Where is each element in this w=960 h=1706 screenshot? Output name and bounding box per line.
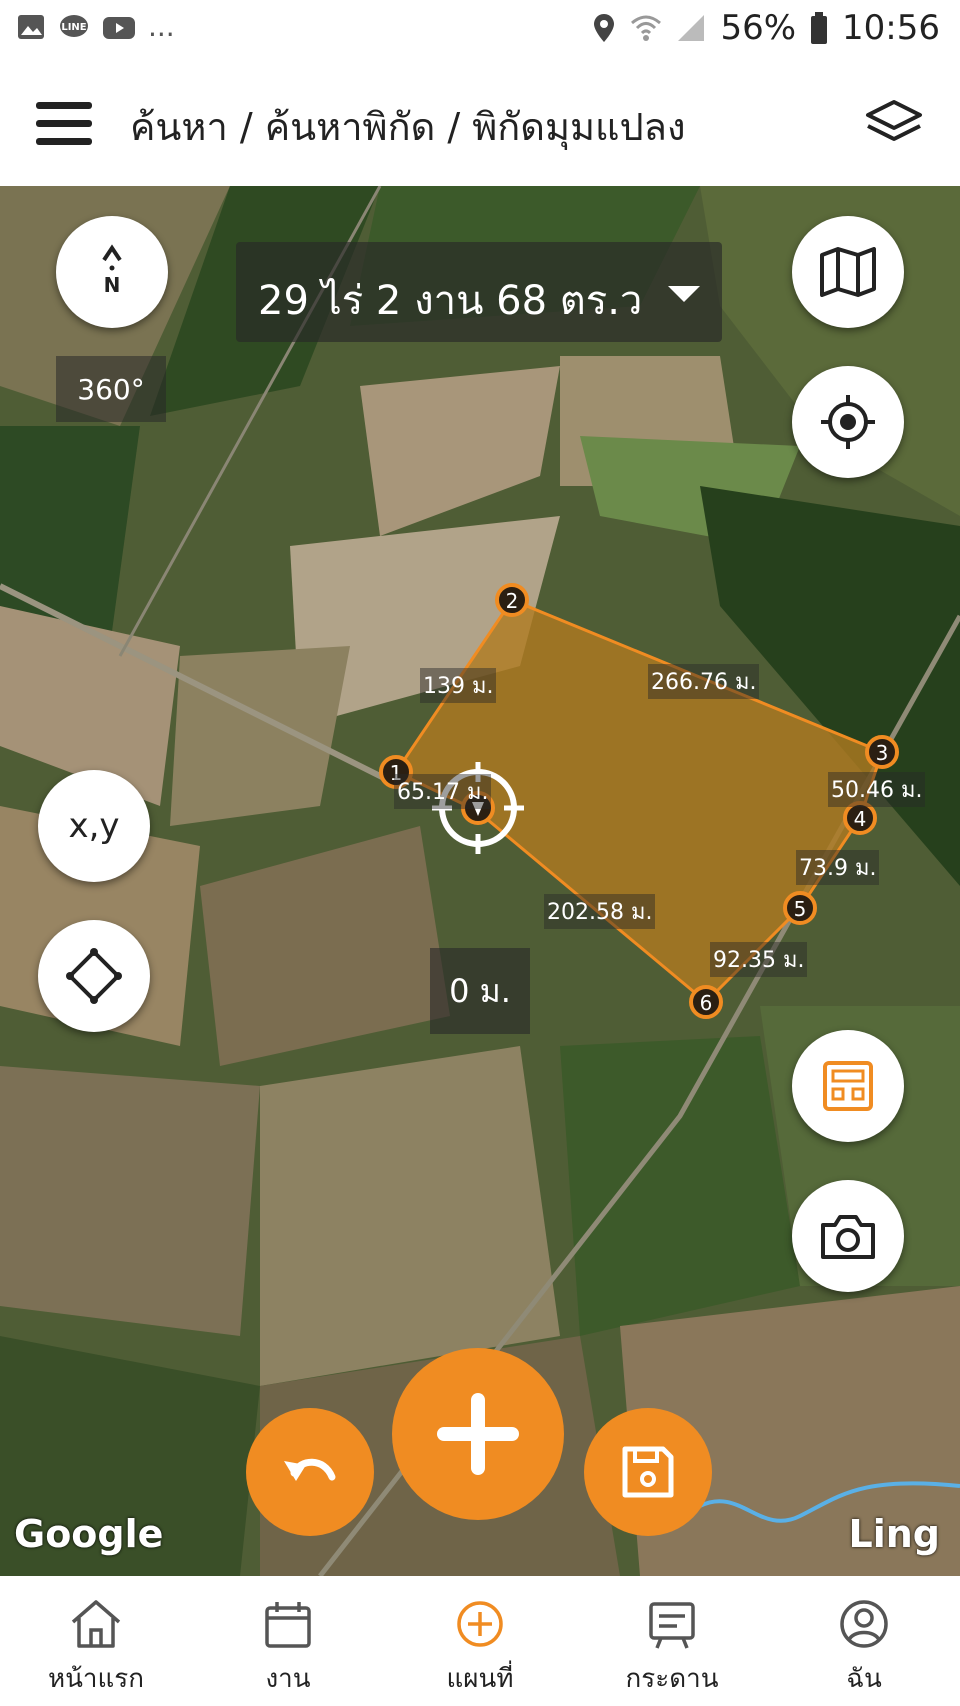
- svg-text:LINE: LINE: [61, 22, 86, 33]
- nav-me-label: ฉัน: [846, 1664, 882, 1694]
- plus-icon: [437, 1393, 519, 1475]
- compass-button[interactable]: N: [56, 216, 168, 328]
- bottom-navigation: หน้าแรก งาน แผนที่ กระดาน ฉัน: [0, 1576, 960, 1706]
- save-button[interactable]: [584, 1408, 712, 1536]
- calculator-icon: [823, 1061, 873, 1111]
- location-icon: [594, 14, 615, 42]
- cursor-distance: 0 ม.: [430, 948, 530, 1034]
- map-icon: [820, 247, 876, 297]
- nav-me[interactable]: ฉัน: [768, 1576, 960, 1706]
- battery-percent: 56%: [720, 8, 797, 48]
- calculator-button[interactable]: [792, 1030, 904, 1142]
- wifi-icon: [631, 15, 662, 41]
- app-header: ค้นหา / ค้นหาพิกัด / พิกัดมุมแปลง: [0, 62, 960, 186]
- nav-map[interactable]: แผนที่: [384, 1576, 576, 1706]
- camera-button[interactable]: [792, 1180, 904, 1292]
- line-app-icon: LINE: [60, 14, 88, 37]
- map-place-label: Ling: [848, 1512, 941, 1556]
- vertex-5[interactable]: 5: [783, 891, 817, 925]
- status-indicators: 56% 10:56: [592, 8, 940, 48]
- layers-button[interactable]: [864, 96, 924, 152]
- gallery-icon: [18, 14, 44, 39]
- undo-button[interactable]: [246, 1408, 374, 1536]
- segment-length-cursor-1: 65.17 ม.: [394, 774, 492, 809]
- nav-map-label: แผนที่: [446, 1664, 514, 1694]
- xy-label: x,y: [68, 806, 120, 846]
- layers-icon: [866, 100, 922, 141]
- nav-tasks-label: งาน: [265, 1664, 311, 1694]
- chevron-down-icon: [668, 286, 700, 302]
- nav-board[interactable]: กระดาน: [576, 1576, 768, 1706]
- heading-readout: 360°: [56, 356, 166, 422]
- calendar-icon: [265, 1602, 311, 1648]
- signal-icon: [678, 15, 705, 41]
- clock: 10:56: [842, 8, 940, 48]
- nav-tasks[interactable]: งาน: [192, 1576, 384, 1706]
- nav-home[interactable]: หน้าแรก: [0, 1576, 192, 1706]
- polygon-vertex-icon: [66, 948, 122, 1004]
- vertex-4-label: 4: [854, 807, 867, 831]
- compass-north-icon: N: [102, 244, 122, 297]
- nav-home-label: หน้าแรก: [48, 1664, 144, 1694]
- home-icon: [71, 1600, 121, 1648]
- xy-coordinate-button[interactable]: x,y: [38, 770, 150, 882]
- vertex-6-label: 6: [700, 991, 713, 1015]
- save-icon: [622, 1446, 674, 1498]
- camera-icon: [821, 1215, 875, 1259]
- map-type-button[interactable]: [792, 216, 904, 328]
- undo-icon: [284, 1458, 336, 1481]
- map-view[interactable]: 1 2 3 4 5 6 139 ม. 266.76 ม. 50.46 ม. 73…: [0, 186, 960, 1576]
- more-notifications: ...: [148, 10, 175, 43]
- segment-length-5-6: 92.35 ม.: [710, 942, 808, 977]
- add-point-button[interactable]: [392, 1348, 564, 1520]
- vertex-2-label: 2: [506, 589, 519, 613]
- google-attribution: Google: [14, 1512, 164, 1556]
- area-value: 29 ไร่ 2 งาน 68 ตร.ว: [258, 278, 643, 324]
- vertex-4[interactable]: 4: [843, 801, 877, 835]
- segment-length-3-4: 50.46 ม.: [828, 772, 926, 807]
- status-bar: LINE ... 56% 10:56: [0, 0, 960, 62]
- segment-length-6-cursor: 202.58 ม.: [544, 894, 656, 929]
- youtube-icon: [103, 16, 135, 39]
- vertex-6[interactable]: 6: [689, 985, 723, 1019]
- area-summary-dropdown[interactable]: 29 ไร่ 2 งาน 68 ตร.ว: [236, 242, 722, 342]
- compass-letter: N: [104, 273, 121, 297]
- nav-board-label: กระดาน: [625, 1664, 719, 1694]
- segment-length-4-5: 73.9 ม.: [796, 850, 880, 885]
- polygon-mode-button[interactable]: [38, 920, 150, 1032]
- vertex-3[interactable]: 3: [865, 735, 899, 769]
- segment-length-1-2: 139 ม.: [420, 668, 497, 703]
- user-icon: [840, 1600, 888, 1648]
- vertex-2[interactable]: 2: [495, 583, 529, 617]
- target-location-icon: [821, 395, 875, 449]
- notification-icons: LINE ...: [16, 10, 175, 43]
- plus-circle-icon: [457, 1601, 503, 1647]
- vertex-5-label: 5: [794, 897, 807, 921]
- my-location-button[interactable]: [792, 366, 904, 478]
- menu-button[interactable]: [36, 102, 92, 146]
- board-icon: [649, 1602, 695, 1649]
- breadcrumb: ค้นหา / ค้นหาพิกัด / พิกัดมุมแปลง: [130, 105, 686, 149]
- battery-icon: [811, 12, 828, 44]
- vertex-3-label: 3: [876, 741, 889, 765]
- segment-length-2-3: 266.76 ม.: [648, 664, 760, 699]
